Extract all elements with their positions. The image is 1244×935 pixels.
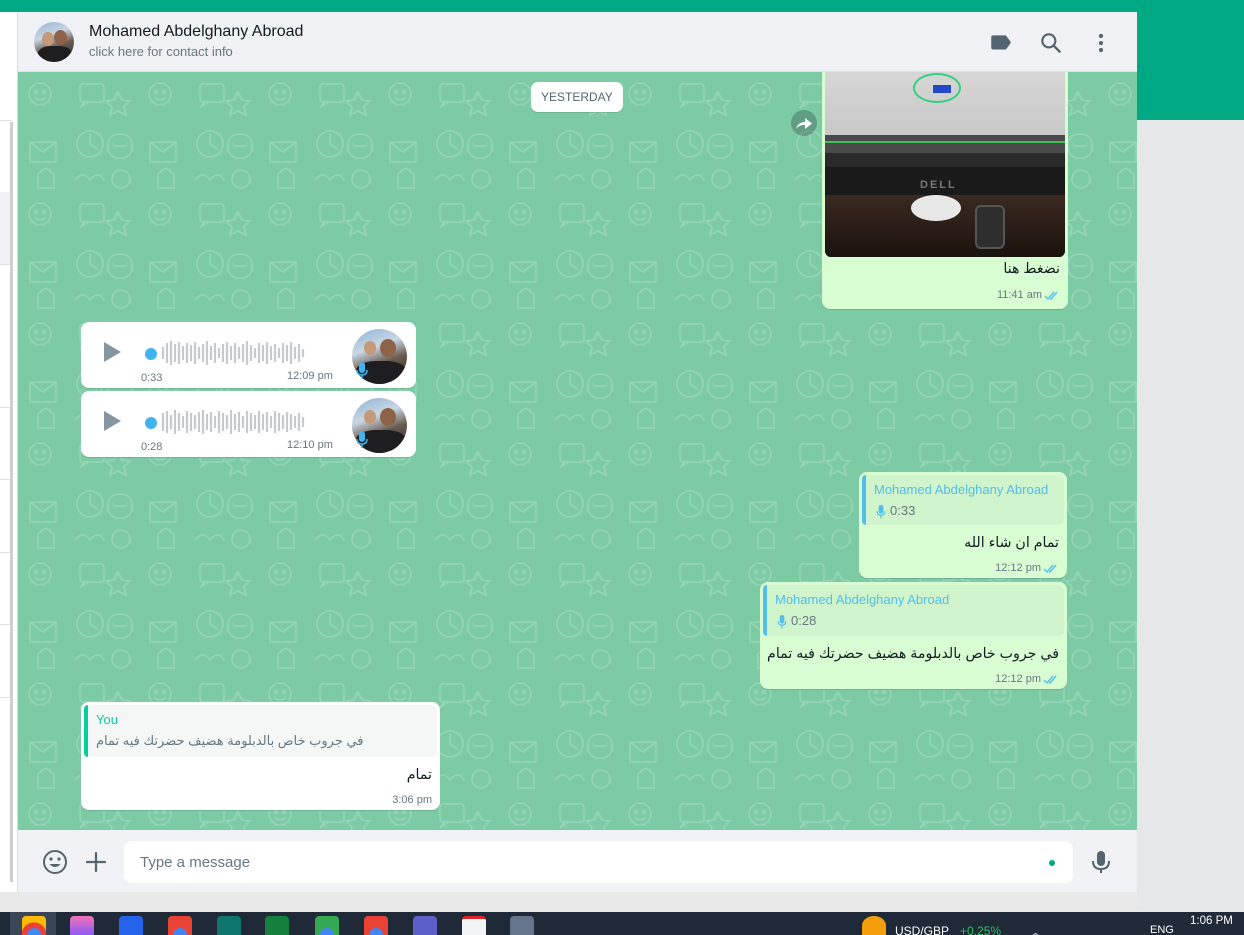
chrome-taskbar-icon[interactable] xyxy=(364,916,388,935)
app-top-bar xyxy=(0,0,1244,12)
currency-change[interactable]: +0.25% xyxy=(960,924,1001,935)
message-text: تمام xyxy=(406,767,432,783)
status-dot xyxy=(1049,860,1055,866)
chat-header[interactable]: Mohamed Abdelghany Abroad click here for… xyxy=(18,12,1137,72)
message-text: تمام ان شاء الله xyxy=(964,535,1059,551)
app-taskbar-icon[interactable] xyxy=(217,916,241,935)
message-input[interactable] xyxy=(124,841,1073,883)
voice-duration: 0:33 xyxy=(141,372,163,384)
quoted-message[interactable]: Mohamed Abdelghany Abroad 0:33 xyxy=(862,475,1064,525)
attach-icon[interactable] xyxy=(82,848,110,876)
search-icon[interactable] xyxy=(1038,30,1064,56)
message-composer xyxy=(18,830,1137,892)
read-ticks-icon xyxy=(1043,564,1057,574)
mic-icon xyxy=(876,505,886,519)
chrome-taskbar-icon[interactable] xyxy=(22,916,46,935)
message-time: 12:12 pm xyxy=(995,673,1041,685)
emoji-icon[interactable] xyxy=(41,848,69,876)
quoted-sender: Mohamed Abdelghany Abroad xyxy=(874,482,1049,497)
background-accent xyxy=(1137,12,1244,120)
voice-message[interactable]: 0:28 12:10 pm xyxy=(81,391,416,457)
chat-list-scrollbar[interactable] xyxy=(10,122,13,882)
tray-chevron-icon[interactable]: ︿ xyxy=(1030,924,1041,935)
app-taskbar-icon[interactable] xyxy=(119,916,143,935)
chat-list-panel xyxy=(0,12,18,892)
reply-message[interactable]: Mohamed Abdelghany Abroad 0:33 تمام ان ش… xyxy=(859,472,1067,578)
mic-icon xyxy=(777,615,787,629)
playback-handle[interactable] xyxy=(145,417,157,429)
windows-taskbar: USD/GBP +0.25% ︿ ENG 1:06 PM xyxy=(0,912,1244,935)
quoted-message[interactable]: Mohamed Abdelghany Abroad 0:28 xyxy=(763,585,1064,636)
waveform[interactable] xyxy=(151,407,326,437)
read-ticks-icon xyxy=(1044,291,1058,301)
teams-taskbar-icon[interactable] xyxy=(413,916,437,935)
message-time: 12:10 pm xyxy=(287,439,333,451)
date-divider: YESTERDAY xyxy=(531,82,623,112)
image-caption: نضغط هنا xyxy=(1003,261,1060,277)
quoted-sender: Mohamed Abdelghany Abroad xyxy=(775,592,950,607)
quoted-message[interactable]: You في جروب خاص بالدبلومة هضيف حضرتك فيه… xyxy=(84,705,437,757)
quoted-duration: 0:33 xyxy=(890,503,916,518)
chrome-taskbar-icon[interactable] xyxy=(315,916,339,935)
message-text: في جروب خاص بالدبلومة هضيف حضرتك فيه تما… xyxy=(767,646,1059,662)
reply-message[interactable]: Mohamed Abdelghany Abroad 0:28 في جروب خ… xyxy=(760,582,1067,689)
background-area xyxy=(1137,120,1244,910)
message-time: 12:09 pm xyxy=(287,370,333,382)
chrome-taskbar-icon[interactable] xyxy=(168,916,192,935)
image-message[interactable]: DELL نضغط هنا 11:41 am xyxy=(822,72,1068,309)
contact-name[interactable]: Mohamed Abdelghany Abroad xyxy=(89,23,303,41)
reply-message[interactable]: You في جروب خاص بالدبلومة هضيف حضرتك فيه… xyxy=(81,702,440,810)
excel-taskbar-icon[interactable] xyxy=(265,916,289,935)
coins-icon[interactable] xyxy=(862,916,886,935)
playback-handle[interactable] xyxy=(145,348,157,360)
language-indicator[interactable]: ENG xyxy=(1150,924,1174,935)
calculator-taskbar-icon[interactable] xyxy=(510,916,534,935)
menu-icon[interactable] xyxy=(1088,30,1114,56)
play-icon[interactable] xyxy=(99,340,123,364)
chat-list-divider xyxy=(0,120,12,121)
message-photo[interactable]: DELL xyxy=(825,72,1065,257)
quoted-sender: You xyxy=(96,712,118,727)
forward-icon[interactable] xyxy=(791,110,817,136)
waveform[interactable] xyxy=(151,338,326,368)
taskbar-clock[interactable]: 1:06 PM xyxy=(1190,915,1233,927)
message-time: 3:06 pm xyxy=(392,794,432,806)
contact-subtitle[interactable]: click here for contact info xyxy=(89,44,233,59)
mic-icon xyxy=(356,431,368,448)
message-time: 11:41 am xyxy=(996,289,1042,301)
voice-message[interactable]: 0:33 12:09 pm xyxy=(81,322,416,388)
message-time: 12:12 pm xyxy=(995,562,1041,574)
voice-duration: 0:28 xyxy=(141,441,163,453)
pdf-taskbar-icon[interactable] xyxy=(462,916,486,935)
play-icon[interactable] xyxy=(99,409,123,433)
read-ticks-icon xyxy=(1043,675,1057,685)
mic-icon xyxy=(356,362,368,379)
quoted-duration: 0:28 xyxy=(791,613,817,628)
app-taskbar-icon[interactable] xyxy=(70,916,94,935)
microphone-icon[interactable] xyxy=(1087,848,1115,876)
quoted-text: في جروب خاص بالدبلومة هضيف حضرتك فيه تما… xyxy=(96,733,364,748)
currency-pair[interactable]: USD/GBP xyxy=(895,924,949,935)
label-icon[interactable] xyxy=(988,30,1014,56)
message-area[interactable]: YESTERDAY DELL نضغط هنا 11:41 am 0:33 12… xyxy=(18,72,1137,830)
contact-avatar[interactable] xyxy=(34,22,74,62)
